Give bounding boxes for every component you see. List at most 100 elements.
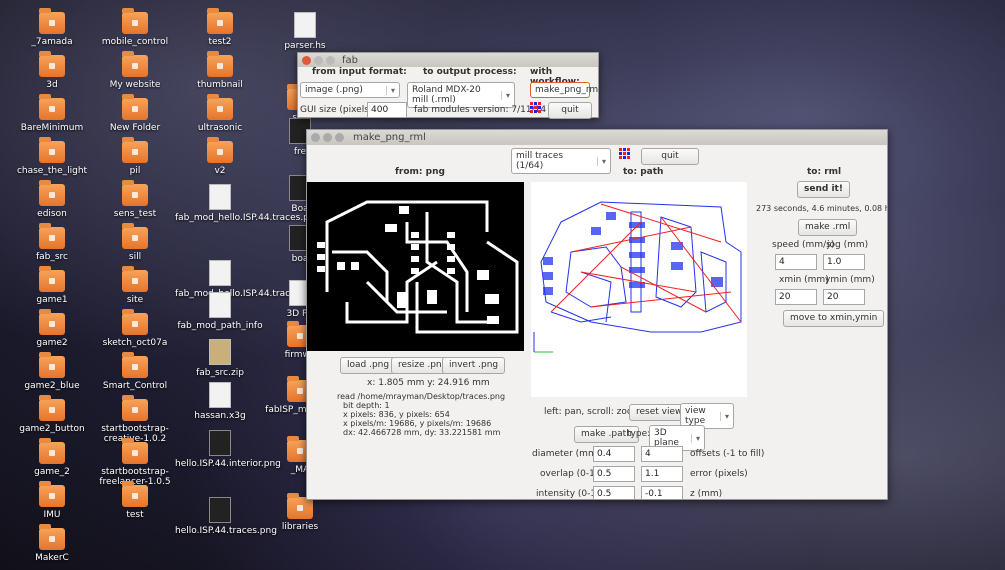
- ymin-input[interactable]: 20: [823, 289, 865, 305]
- diameter-input[interactable]: 0.4: [593, 446, 635, 462]
- desktop-icon-label: MakerC: [35, 553, 69, 563]
- desktop-icon-label: edison: [37, 209, 67, 219]
- desktop-icon[interactable]: hello.ISP.44.traces.png: [175, 497, 277, 536]
- desktop-icon[interactable]: fab_src.zip: [175, 339, 265, 378]
- minimize-icon[interactable]: [314, 55, 323, 65]
- move-to-button[interactable]: move to xmin,ymin: [783, 310, 885, 327]
- info-line: bit depth: 1: [343, 401, 390, 410]
- desktop-icon[interactable]: New Folder: [90, 94, 180, 133]
- desktop-icon[interactable]: parser.hs: [260, 12, 350, 51]
- png-preview[interactable]: [307, 182, 524, 351]
- process-select[interactable]: mill traces (1/64) ▾: [511, 148, 611, 174]
- folder-icon: [122, 94, 148, 120]
- desktop-icon[interactable]: site: [90, 266, 180, 305]
- folder-icon: [39, 94, 65, 120]
- process-value: mill traces (1/64): [516, 151, 564, 171]
- desktop-icon[interactable]: game2_button: [7, 395, 97, 434]
- desktop-icon-label: My website: [109, 80, 161, 90]
- offsets-input[interactable]: 4: [641, 446, 683, 462]
- speed-label: speed (mm/s): [772, 240, 835, 250]
- desktop-icon[interactable]: startbootstrap-freelancer-1.0.5: [90, 438, 180, 487]
- desktop-icon[interactable]: startbootstrap-creative-1.0.2: [90, 395, 180, 444]
- desktop-icon[interactable]: test: [90, 481, 180, 520]
- fab-quit-button[interactable]: quit: [548, 102, 592, 119]
- close-icon[interactable]: [302, 55, 311, 65]
- send-button[interactable]: send it!: [797, 181, 850, 198]
- make-quit-button[interactable]: quit: [641, 148, 699, 165]
- overlap-label: overlap (0-1): [540, 469, 599, 479]
- chevron-down-icon: ▾: [690, 433, 700, 443]
- desktop-icon[interactable]: Smart_Control: [90, 352, 180, 391]
- desktop-icon[interactable]: hello.ISP.44.interior.png: [175, 430, 281, 469]
- desktop-icon[interactable]: fab_mod_hello.ISP.44.traces.path: [175, 184, 324, 223]
- folder-icon: [39, 352, 65, 378]
- input-format-select[interactable]: image (.png) ▾: [300, 82, 400, 98]
- path-preview[interactable]: [531, 182, 747, 397]
- desktop-icon[interactable]: game_2: [7, 438, 97, 477]
- desktop-icon[interactable]: thumbnail: [175, 51, 265, 90]
- fab-window: fab from input format: to output process…: [297, 52, 601, 119]
- desktop-icon[interactable]: mobile_control: [90, 8, 180, 47]
- desktop-icon[interactable]: libraries: [255, 493, 345, 532]
- desktop-icon-label: parser.hs: [284, 41, 326, 51]
- workflow-select[interactable]: make_png_rml: [530, 82, 601, 98]
- desktop-icon[interactable]: sill: [90, 223, 180, 262]
- load-png-button[interactable]: load .png: [340, 357, 397, 374]
- minimize-icon[interactable]: [323, 133, 332, 142]
- file-icon: [294, 12, 316, 38]
- desktop-icon[interactable]: test2: [175, 8, 265, 47]
- desktop-icon-label: sketch_oct07a: [102, 338, 168, 348]
- file-icon: [209, 292, 231, 318]
- desktop-icon[interactable]: edison: [7, 180, 97, 219]
- desktop-icon[interactable]: My website: [90, 51, 180, 90]
- desktop-icon[interactable]: hassan.x3g: [175, 382, 265, 421]
- desktop-icon[interactable]: game2_blue: [7, 352, 97, 391]
- desktop-icon-label: hassan.x3g: [194, 411, 246, 421]
- desktop-icon[interactable]: 3d: [7, 51, 97, 90]
- desktop-icon[interactable]: BareMinimum: [7, 94, 97, 133]
- make-rml-button[interactable]: make .rml: [798, 219, 858, 236]
- desktop-icon[interactable]: _7amada: [7, 8, 97, 47]
- desktop-icon[interactable]: fab_src: [7, 223, 97, 262]
- invert-png-button[interactable]: invert .png: [442, 357, 506, 374]
- desktop-icon-label: fab_mod_path_info: [177, 321, 263, 331]
- folder-icon: [122, 481, 148, 507]
- z-input[interactable]: -0.1: [641, 486, 683, 499]
- desktop-icon[interactable]: chase_the_light: [7, 137, 97, 176]
- speed-input[interactable]: 4: [775, 254, 817, 270]
- xmin-input[interactable]: 20: [775, 289, 817, 305]
- folder-icon: [39, 524, 65, 550]
- desktop-icon-label: sens_test: [113, 209, 157, 219]
- desktop-icon[interactable]: sens_test: [90, 180, 180, 219]
- desktop-icon-label: game1: [36, 295, 68, 305]
- file-icon: [209, 430, 231, 456]
- close-icon[interactable]: [311, 133, 320, 142]
- desktop-icon[interactable]: pil: [90, 137, 180, 176]
- grid-icon[interactable]: [619, 148, 631, 160]
- desktop-icon-label: IMU: [43, 510, 61, 520]
- desktop-icon[interactable]: ultrasonic: [175, 94, 265, 133]
- overlap-input[interactable]: 0.5: [593, 466, 635, 482]
- folder-icon: [207, 137, 233, 163]
- desktop-icon[interactable]: MakerC: [7, 524, 97, 563]
- desktop-icon-label: BareMinimum: [20, 123, 84, 133]
- desktop-icon[interactable]: game1: [7, 266, 97, 305]
- make-titlebar: make_png_rml: [307, 130, 887, 145]
- desktop-icon[interactable]: v2: [175, 137, 265, 176]
- desktop-icon[interactable]: IMU: [7, 481, 97, 520]
- error-input[interactable]: 1.1: [641, 466, 683, 482]
- jog-input[interactable]: 1.0: [823, 254, 865, 270]
- grid-icon[interactable]: [530, 102, 542, 114]
- maximize-icon[interactable]: [335, 133, 344, 142]
- to-path-label: to: path: [623, 167, 664, 177]
- desktop-icon[interactable]: sketch_oct07a: [90, 309, 180, 348]
- gui-size-input[interactable]: 400: [367, 102, 407, 118]
- input-format-value: image (.png): [305, 85, 363, 95]
- desktop-icon[interactable]: game2: [7, 309, 97, 348]
- folder-icon: [122, 8, 148, 34]
- intensity-input[interactable]: 0.5: [593, 486, 635, 499]
- gui-size-label: GUI size (pixels):: [300, 105, 376, 115]
- maximize-icon[interactable]: [326, 55, 335, 65]
- folder-icon: [122, 352, 148, 378]
- desktop-icon[interactable]: fab_mod_path_info: [175, 292, 265, 331]
